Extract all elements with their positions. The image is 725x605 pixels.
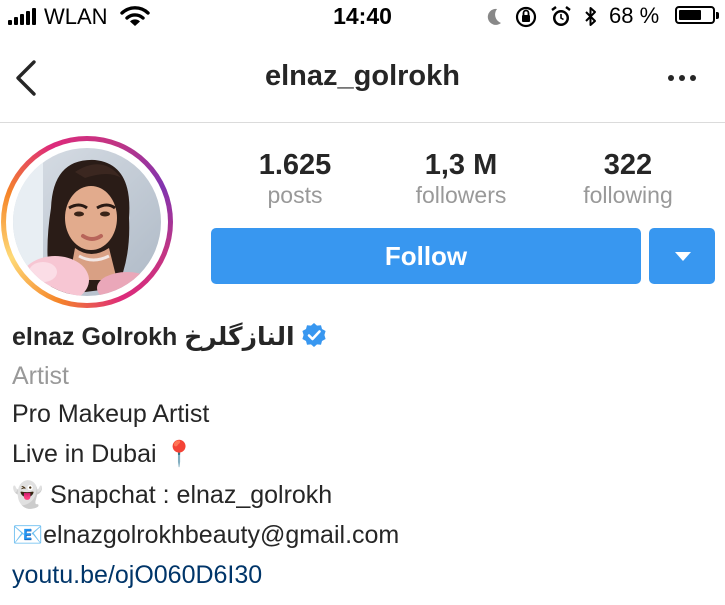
bio-line: 👻 Snapchat : elnaz_golrokh (12, 481, 333, 509)
caret-down-icon (675, 252, 691, 261)
battery-percent: 68 % (609, 3, 660, 28)
posts-stat[interactable]: 1.625 posts (215, 148, 375, 208)
bio-line[interactable]: 📧elnazgolrokhbeauty@gmail.com (12, 520, 399, 550)
signal-icon (8, 8, 36, 25)
suggestions-dropdown-button[interactable] (649, 228, 715, 284)
status-bar: WLAN 14:40 68 % (0, 0, 725, 34)
story-ring[interactable] (1, 136, 173, 308)
category-label: Artist (12, 362, 69, 390)
battery-icon (675, 6, 715, 24)
followers-stat[interactable]: 1,3 M followers (381, 148, 541, 208)
orientation-lock-icon (515, 6, 537, 28)
display-name: elnaz Golrokh النازگلرخ (12, 322, 327, 352)
posts-label: posts (267, 182, 323, 208)
website-link[interactable]: youtu.be/ojO060D6I30 (12, 560, 262, 590)
alarm-icon (551, 6, 571, 26)
display-name-text: elnaz Golrokh النازگلرخ (12, 323, 295, 351)
avatar[interactable] (13, 148, 161, 296)
verified-badge-icon (301, 323, 326, 347)
following-label: following (583, 182, 673, 208)
carrier-label: WLAN (44, 4, 108, 29)
more-options-icon[interactable] (664, 66, 700, 90)
follow-button[interactable]: Follow (211, 228, 641, 284)
battery-level (679, 10, 701, 20)
wifi-icon (120, 6, 150, 26)
profile-username-title: elnaz_golrokh (265, 60, 460, 92)
battery-tip (716, 12, 719, 19)
followers-count: 1,3 M (424, 149, 498, 181)
followers-label: followers (415, 182, 507, 208)
bio-line: Live in Dubai 📍 (12, 440, 195, 468)
bio-line: Pro Makeup Artist (12, 400, 210, 428)
bluetooth-icon (585, 7, 596, 26)
posts-count: 1.625 (258, 149, 332, 181)
navigation-bar: elnaz_golrokh (0, 34, 725, 123)
following-count: 322 (603, 149, 653, 181)
moon-icon (487, 8, 501, 25)
following-stat[interactable]: 322 following (548, 148, 708, 208)
